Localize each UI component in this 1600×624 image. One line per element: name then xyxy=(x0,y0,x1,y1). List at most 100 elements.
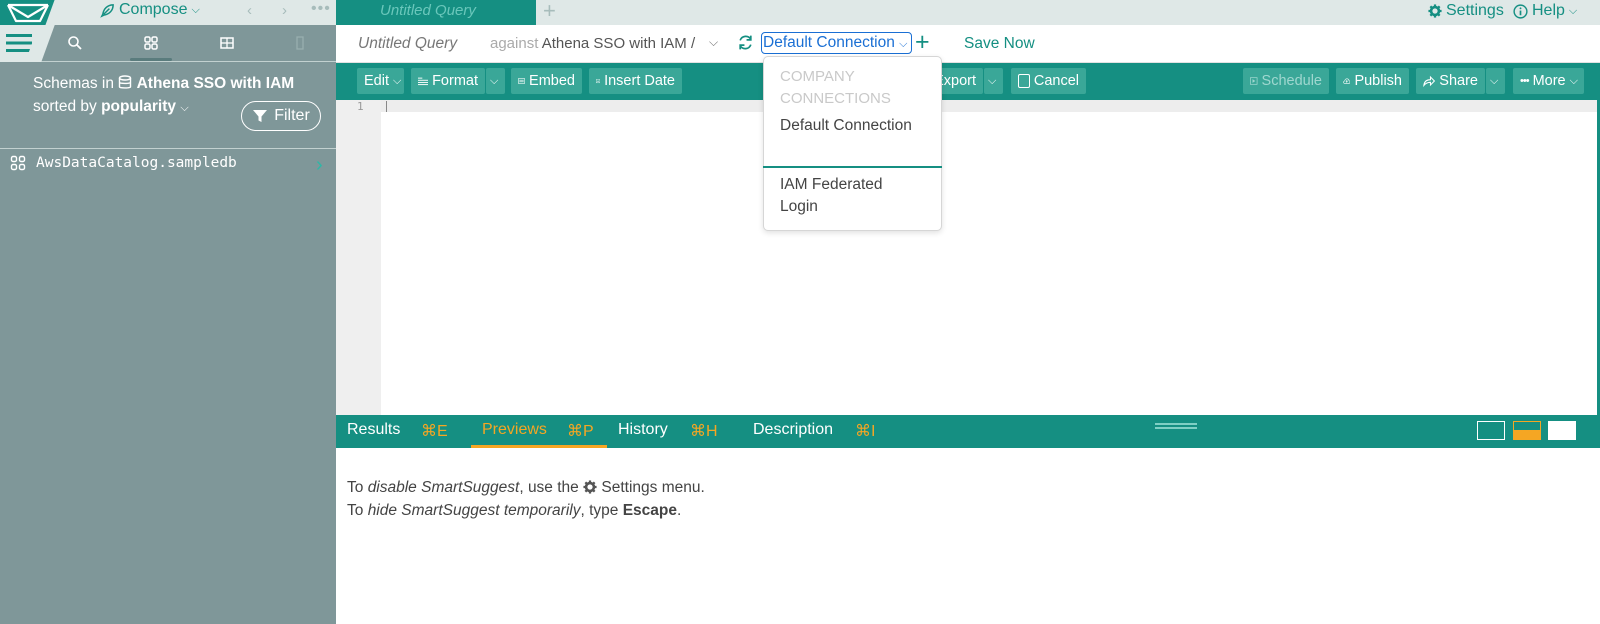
insert-date-label: Insert Date xyxy=(604,73,675,89)
chevron-down-icon: ⌵ xyxy=(1490,74,1499,87)
cancel-button[interactable]: Cancel xyxy=(1011,68,1086,94)
publish-button[interactable]: Publish xyxy=(1336,68,1409,94)
chevron-down-icon: ⌵ xyxy=(393,74,402,87)
text-cursor xyxy=(386,101,387,112)
sql-editor-active-line[interactable] xyxy=(381,100,1600,112)
gear-icon xyxy=(583,480,597,494)
tab-description[interactable]: Description xyxy=(753,421,833,439)
nav-forward-icon[interactable]: › xyxy=(282,2,287,19)
chevron-right-icon[interactable]: › xyxy=(316,154,323,177)
filter-button[interactable]: Filter xyxy=(241,101,321,131)
nav-back-icon[interactable]: ‹ xyxy=(247,2,252,19)
funnel-icon xyxy=(253,110,268,122)
dropdown-option-iam-federated-login[interactable]: IAM Federated Login xyxy=(780,174,920,218)
share-options-dropdown[interactable]: ⌵ xyxy=(1486,68,1505,94)
connection-select[interactable]: Default Connection ⌵ xyxy=(761,32,912,54)
chevron-down-icon: ⌵ xyxy=(490,74,499,87)
chevron-down-icon[interactable]: ⌵ xyxy=(709,35,718,50)
format-label: Format xyxy=(432,73,478,89)
path-separator: / xyxy=(690,35,696,52)
layout-results-only-icon[interactable] xyxy=(1548,421,1576,440)
refresh-icon[interactable] xyxy=(737,34,754,51)
column-icon[interactable] xyxy=(292,35,308,51)
sorted-prefix: sorted by xyxy=(33,98,97,115)
chevron-down-icon: ⌵ xyxy=(1568,4,1578,17)
layout-split-icon[interactable] xyxy=(1513,421,1541,440)
tip-text: . xyxy=(677,502,682,519)
tab-history[interactable]: History xyxy=(618,421,668,439)
more-dots-icon[interactable]: ••• xyxy=(311,0,331,18)
query-title[interactable]: Untitled Query xyxy=(358,35,457,53)
sort-value: popularity xyxy=(101,98,176,115)
database-icon xyxy=(119,75,132,89)
embed-button[interactable]: Embed xyxy=(511,68,582,94)
edit-button[interactable]: Edit ⌵ xyxy=(357,68,404,94)
mode-logo-icon xyxy=(7,3,49,23)
editor-gutter xyxy=(336,100,381,415)
tab-results[interactable]: Results xyxy=(347,421,400,439)
tab-previews[interactable]: Previews xyxy=(482,421,547,439)
help-menu[interactable]: Help ⌵ xyxy=(1513,2,1577,20)
panel-resize-handle[interactable] xyxy=(1155,423,1197,429)
active-sidebar-indicator xyxy=(130,58,172,61)
insert-date-button[interactable]: Insert Date xyxy=(589,68,682,94)
embed-label: Embed xyxy=(529,73,575,89)
feather-icon xyxy=(100,3,114,18)
data-source-selector[interactable]: against Athena SSO with IAM / xyxy=(490,35,695,52)
active-tab-indicator xyxy=(471,445,607,448)
tip-text: , type xyxy=(580,502,619,519)
table-icon[interactable] xyxy=(219,35,235,51)
sidebar-data-source[interactable]: Athena SSO with IAM xyxy=(137,75,295,92)
share-label: Share xyxy=(1439,73,1478,89)
dropdown-option-default-connection[interactable]: Default Connection xyxy=(780,115,920,137)
format-button[interactable]: Format xyxy=(411,68,485,94)
selected-option-indicator xyxy=(763,166,942,168)
sort-control[interactable]: sorted by popularity ⌵ xyxy=(33,98,189,116)
chevron-down-icon: ⌵ xyxy=(899,38,908,50)
schema-grid-icon[interactable] xyxy=(143,35,159,51)
tab-untitled-query[interactable]: Untitled Query xyxy=(336,0,536,25)
stop-square-icon xyxy=(1018,74,1030,88)
more-dots-icon: ••• xyxy=(1520,75,1530,87)
sidebar-divider xyxy=(0,148,336,149)
info-circle-icon xyxy=(1513,3,1528,19)
chevron-down-icon: ⌵ xyxy=(191,3,200,16)
add-connection-plus-icon[interactable]: + xyxy=(915,28,930,57)
schemas-prefix: Schemas in xyxy=(33,75,114,92)
schema-list-item[interactable]: AwsDataCatalog.sampledb xyxy=(10,155,237,171)
tip-text: , use the xyxy=(519,479,579,496)
line-number: 1 xyxy=(357,100,364,113)
share-arrow-icon xyxy=(1423,75,1436,87)
export-options-dropdown[interactable]: ⌵ xyxy=(984,68,1003,94)
chevron-down-icon: ⌵ xyxy=(1569,74,1578,87)
chevron-down-icon: ⌵ xyxy=(180,102,189,114)
compose-menu[interactable]: Compose ⌵ xyxy=(100,1,200,19)
filter-label: Filter xyxy=(274,107,310,124)
previews-shortcut: ⌘P xyxy=(567,423,594,440)
against-label: against xyxy=(490,35,539,52)
calendar-plus-icon xyxy=(596,79,601,84)
more-button[interactable]: ••• More ⌵ xyxy=(1513,68,1584,94)
schema-sidebar xyxy=(0,0,336,624)
tip-emphasis: hide SmartSuggest temporarily xyxy=(367,502,581,519)
tip-emphasis: disable SmartSuggest xyxy=(367,479,520,496)
new-tab-plus-icon[interactable]: + xyxy=(543,0,556,24)
search-icon[interactable] xyxy=(67,35,83,51)
schedule-button[interactable]: Schedule xyxy=(1243,68,1329,94)
layout-editor-only-icon[interactable] xyxy=(1477,421,1505,440)
tip-key: Escape xyxy=(622,502,678,519)
tip-text: To xyxy=(347,479,364,496)
settings-menu[interactable]: Settings xyxy=(1428,2,1504,20)
smartsuggest-tip-hide: To hide SmartSuggest temporarily, type E… xyxy=(347,502,681,520)
save-now-button[interactable]: Save Now xyxy=(964,35,1035,53)
schemas-heading: Schemas in Athena SSO with IAM xyxy=(33,75,294,93)
tab-label: Untitled Query xyxy=(380,2,476,19)
chevron-down-icon: ⌵ xyxy=(988,74,997,87)
connection-value: Default Connection xyxy=(763,34,895,51)
format-options-dropdown[interactable]: ⌵ xyxy=(486,68,505,94)
share-button[interactable]: Share xyxy=(1416,68,1485,94)
schedule-label: Schedule xyxy=(1261,73,1322,89)
help-label: Help xyxy=(1532,2,1565,19)
tip-text: To xyxy=(347,502,364,519)
description-shortcut: ⌘I xyxy=(855,423,876,440)
